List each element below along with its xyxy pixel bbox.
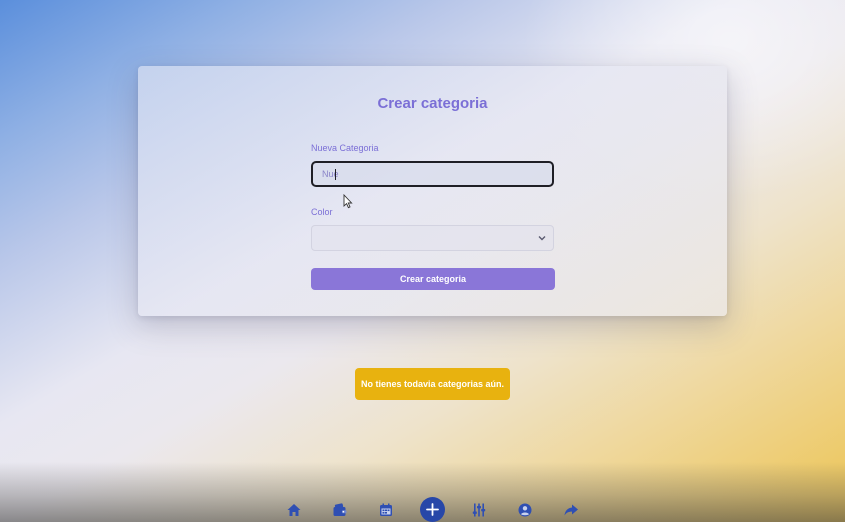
user-circle-icon	[518, 503, 532, 517]
plus-icon	[426, 503, 439, 516]
nav-share[interactable]	[563, 502, 579, 518]
empty-categories-alert: No tienes todavia categorias aún.	[355, 368, 510, 400]
page-title: Crear categoria	[377, 95, 488, 112]
nav-wallet[interactable]	[332, 502, 348, 518]
share-icon	[564, 504, 578, 516]
calendar-icon	[380, 503, 392, 516]
nav-settings[interactable]	[471, 502, 487, 518]
color-label: Color	[311, 207, 333, 217]
nav-add-button[interactable]	[420, 497, 445, 522]
home-icon	[287, 504, 301, 516]
sliders-icon	[472, 503, 486, 517]
bottom-nav	[0, 496, 845, 522]
category-name-label: Nueva Categoria	[311, 143, 379, 153]
text-caret	[335, 169, 336, 180]
create-category-button[interactable]: Crear categoria	[311, 268, 555, 290]
nav-calendar[interactable]	[378, 502, 394, 518]
color-select[interactable]	[311, 225, 554, 251]
chevron-down-icon	[538, 236, 546, 241]
category-name-input[interactable]	[311, 161, 554, 187]
nav-home[interactable]	[286, 502, 302, 518]
mouse-pointer-icon	[343, 194, 353, 209]
nav-profile[interactable]	[517, 502, 533, 518]
app-screen: Crear categoria Nueva Categoria Color Cr…	[0, 0, 845, 522]
create-category-card: Crear categoria Nueva Categoria Color Cr…	[138, 66, 727, 316]
wallet-icon	[333, 503, 347, 516]
